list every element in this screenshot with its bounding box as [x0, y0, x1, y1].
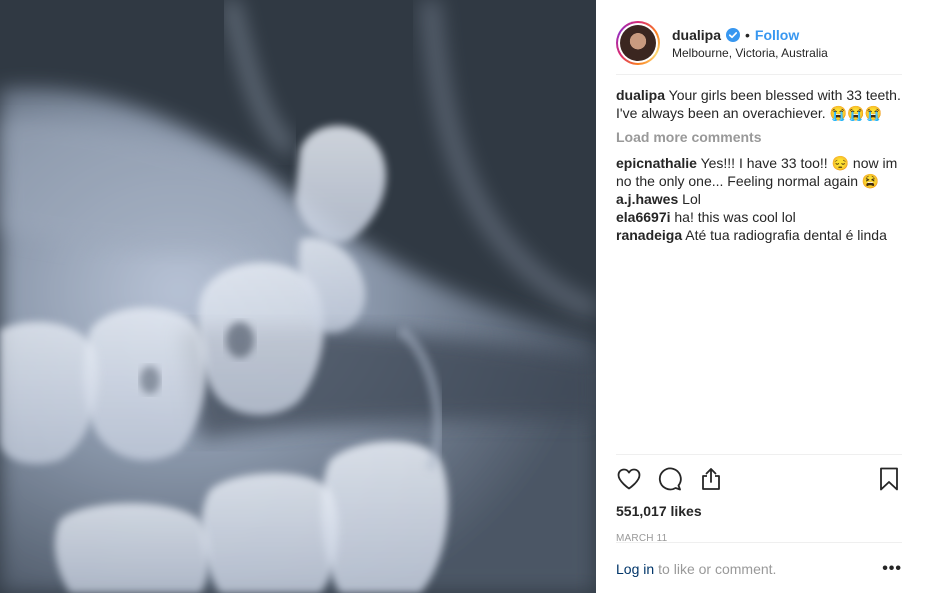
comment-icon[interactable] [657, 466, 683, 492]
comment-text: ha! this was cool lol [674, 209, 796, 225]
comment-item: a.j.hawes Lol [616, 190, 902, 208]
comments-section: dualipa Your girls been blessed with 33 … [616, 86, 902, 244]
follow-button[interactable]: Follow [755, 27, 799, 43]
comment-text: Lol [682, 191, 701, 207]
avatar-story-ring[interactable] [616, 21, 660, 65]
comment-author[interactable]: a.j.hawes [616, 191, 678, 207]
post-header: dualipa • Follow Melbourne, Victoria, Au… [616, 12, 902, 75]
post-caption: dualipa Your girls been blessed with 33 … [616, 86, 902, 122]
comment-author[interactable]: epicnathalie [616, 155, 697, 171]
instagram-post: dualipa • Follow Melbourne, Victoria, Au… [0, 0, 930, 593]
post-sidebar: dualipa • Follow Melbourne, Victoria, Au… [596, 0, 930, 593]
header-text: dualipa • Follow Melbourne, Victoria, Au… [672, 27, 828, 60]
load-more-comments-button[interactable]: Load more comments [616, 128, 902, 146]
comment-author[interactable]: ela6697i [616, 209, 671, 225]
share-icon[interactable] [698, 466, 724, 492]
header-row: dualipa • Follow [672, 27, 828, 43]
comment-item: ranadeiga Até tua radiografia dental é l… [616, 226, 902, 244]
post-image-dental-xray[interactable] [0, 0, 596, 593]
login-link[interactable]: Log in [616, 561, 654, 577]
more-options-button[interactable]: ••• [882, 560, 902, 578]
location-link[interactable]: Melbourne, Victoria, Australia [672, 46, 828, 60]
login-bar: Log in to like or comment. ••• [616, 542, 902, 594]
author-username[interactable]: dualipa [672, 27, 721, 43]
comment-author[interactable]: ranadeiga [616, 227, 682, 243]
caption-author[interactable]: dualipa [616, 87, 665, 103]
avatar-frame [618, 23, 658, 63]
comment-text: Até tua radiografia dental é linda [685, 227, 887, 243]
action-icons-row [616, 457, 902, 501]
xray-image [0, 0, 596, 593]
comment-item: ela6697i ha! this was cool lol [616, 208, 902, 226]
avatar [620, 25, 656, 61]
likes-count[interactable]: 551,017 likes [616, 503, 902, 519]
heart-icon[interactable] [616, 466, 642, 492]
comment-item: epicnathalie Yes!!! I have 33 too!! 😔 no… [616, 154, 902, 190]
verified-badge-icon [726, 27, 741, 42]
post-actions: 551,017 likes MARCH 11 [616, 454, 902, 544]
bookmark-icon[interactable] [876, 466, 902, 492]
separator-dot: • [745, 26, 750, 43]
login-prompt-text: to like or comment. [658, 560, 777, 577]
